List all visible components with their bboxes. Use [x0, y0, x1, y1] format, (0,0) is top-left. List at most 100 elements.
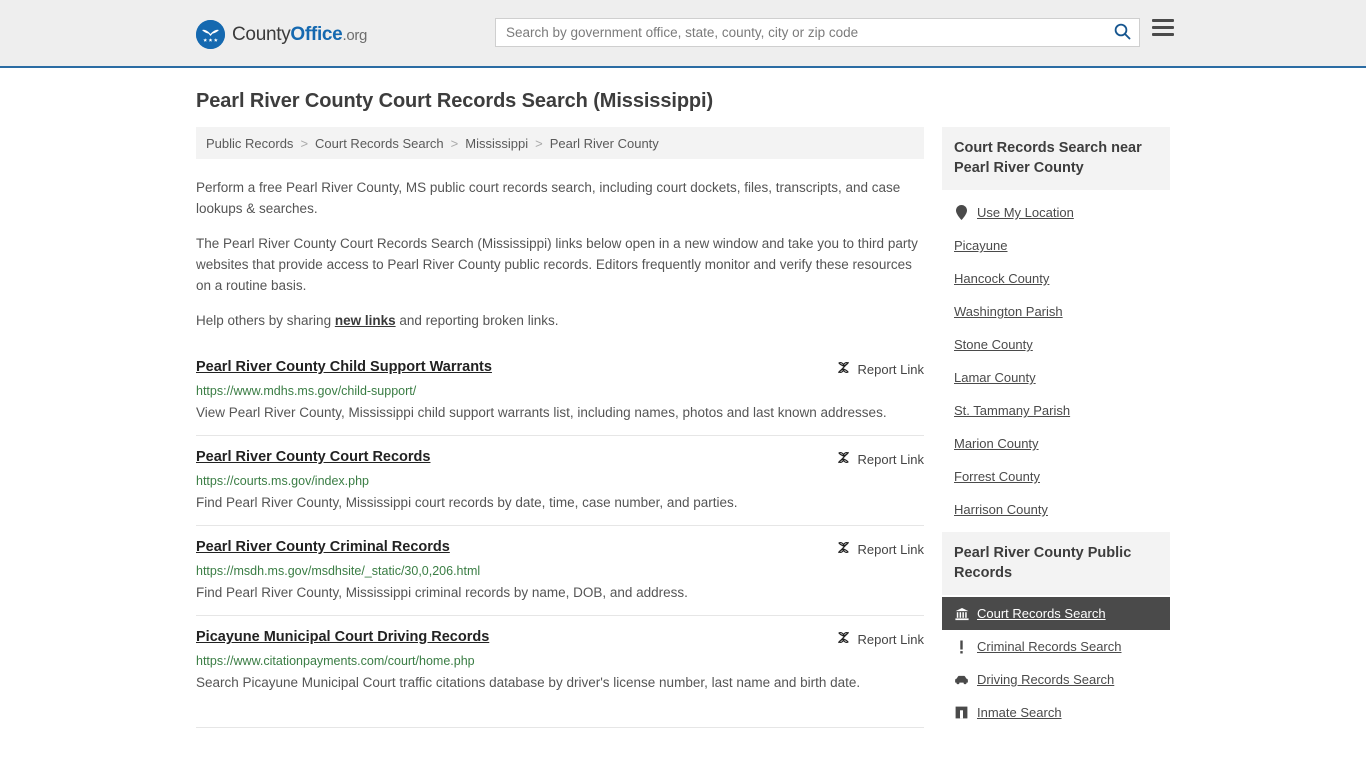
report-link-button[interactable]: Report Link: [836, 359, 924, 378]
result-title-link[interactable]: Pearl River County Court Records: [196, 449, 430, 465]
search-button[interactable]: [1105, 19, 1139, 46]
result-description: Search Picayune Municipal Court traffic …: [196, 675, 861, 690]
sidebar-item-label: Forrest County: [954, 469, 1040, 484]
sidebar-item-label: Harrison County: [954, 502, 1048, 517]
result-item: Pearl River County Court Records Report …: [196, 435, 924, 525]
sidebar-item-washington-parish[interactable]: Washington Parish: [942, 295, 1170, 328]
sidebar-item-label: Hancock County: [954, 271, 1050, 286]
sidebar-nearby-section: Court Records Search near Pearl River Co…: [942, 127, 1170, 526]
result-item: Picayune Municipal Court Driving Records…: [196, 615, 924, 705]
report-link-button[interactable]: Report Link: [836, 629, 924, 648]
result-header: Pearl River County Child Support Warrant…: [196, 359, 924, 378]
sidebar-item-hancock-county[interactable]: Hancock County: [942, 262, 1170, 295]
breadcrumb-separator: >: [535, 135, 543, 151]
hamburger-bar: [1152, 33, 1174, 36]
car-icon: [954, 674, 969, 685]
sidebar-item-st-tammany-parish[interactable]: St. Tammany Parish: [942, 394, 1170, 427]
broken-link-icon: [836, 450, 851, 468]
site-logo[interactable]: CountyOffice.org: [196, 20, 367, 49]
sidebar-item-label: Use My Location: [977, 205, 1074, 220]
sidebar-item-label: Picayune: [954, 238, 1008, 253]
sidebar-item-label: Criminal Records Search: [977, 639, 1122, 654]
sidebar-public-records-section: Pearl River County Public Records Court …: [942, 532, 1170, 729]
eagle-shield-logo-icon: [196, 20, 225, 49]
result-url: https://courts.ms.gov/index.php: [196, 474, 370, 488]
sidebar-item-inmate-search[interactable]: Inmate Search: [942, 696, 1170, 729]
courthouse-icon: [954, 607, 969, 621]
sidebar-item-label: Court Records Search: [977, 606, 1106, 621]
logo-text-org: .org: [342, 26, 368, 44]
intro-paragraph-2: The Pearl River County Court Records Sea…: [196, 236, 918, 293]
sidebar-item-label: Lamar County: [954, 370, 1036, 385]
breadcrumb-item-public-records[interactable]: Public Records: [206, 136, 293, 151]
intro-paragraph-1: Perform a free Pearl River County, MS pu…: [196, 180, 901, 216]
map-pin-icon: [954, 205, 969, 220]
sidebar-item-stone-county[interactable]: Stone County: [942, 328, 1170, 361]
logo-text-county: County: [232, 23, 291, 45]
result-url: https://www.citationpayments.com/court/h…: [196, 654, 475, 668]
sidebar-item-label: St. Tammany Parish: [954, 403, 1071, 418]
sidebar-public-records-title: Pearl River County Public Records: [942, 532, 1170, 595]
result-description: Find Pearl River County, Mississippi cou…: [196, 495, 738, 510]
sidebar-item-label: Washington Parish: [954, 304, 1063, 319]
search-input[interactable]: [496, 19, 1105, 46]
broken-link-icon: [836, 630, 851, 648]
results-bottom-divider: [196, 727, 924, 728]
hamburger-bar: [1152, 19, 1174, 22]
result-title-link[interactable]: Picayune Municipal Court Driving Records: [196, 629, 489, 645]
result-description: Find Pearl River County, Mississippi cri…: [196, 585, 688, 600]
results-list: Pearl River County Child Support Warrant…: [196, 351, 924, 728]
sidebar: Court Records Search near Pearl River Co…: [942, 127, 1170, 735]
sidebar-item-label: Marion County: [954, 436, 1039, 451]
sidebar-item-use-my-location[interactable]: Use My Location: [942, 196, 1170, 229]
breadcrumb-item-court-records-search[interactable]: Court Records Search: [315, 136, 444, 151]
broken-link-icon: [836, 360, 851, 378]
site-logo-text: CountyOffice.org: [232, 24, 367, 46]
result-description: View Pearl River County, Mississippi chi…: [196, 405, 887, 420]
new-links-link[interactable]: new links: [335, 313, 396, 328]
report-link-label: Report Link: [857, 361, 924, 377]
jail-building-icon: [954, 706, 969, 719]
logo-text-office: Office: [290, 23, 343, 45]
sidebar-item-criminal-records-search[interactable]: Criminal Records Search: [942, 630, 1170, 663]
intro-paragraph-3: Help others by sharing new links and rep…: [196, 310, 924, 331]
page-container: Pearl River County Court Records Search …: [0, 90, 1366, 735]
breadcrumb-item-pearl-river-county: Pearl River County: [549, 135, 659, 151]
report-link-button[interactable]: Report Link: [836, 449, 924, 468]
breadcrumb-separator: >: [450, 135, 459, 151]
hamburger-menu-icon[interactable]: [1152, 19, 1174, 36]
intro-p3-before: Help others by sharing: [196, 313, 335, 328]
result-header: Pearl River County Court Records Report …: [196, 449, 924, 468]
result-item: Pearl River County Criminal Records Repo…: [196, 525, 924, 615]
result-header: Picayune Municipal Court Driving Records…: [196, 629, 924, 648]
sidebar-item-label: Stone County: [954, 337, 1033, 352]
hamburger-bar: [1152, 26, 1174, 29]
sidebar-item-forrest-county[interactable]: Forrest County: [942, 460, 1170, 493]
report-link-label: Report Link: [857, 451, 924, 467]
result-title-link[interactable]: Pearl River County Criminal Records: [196, 539, 450, 555]
site-header: CountyOffice.org: [0, 0, 1366, 68]
sidebar-nearby-links: Use My Location Picayune Hancock County …: [942, 190, 1170, 526]
sidebar-item-driving-records-search[interactable]: Driving Records Search: [942, 663, 1170, 696]
breadcrumb-separator: >: [300, 135, 309, 151]
sidebar-item-court-records-search[interactable]: Court Records Search: [942, 597, 1170, 630]
sidebar-item-lamar-county[interactable]: Lamar County: [942, 361, 1170, 394]
result-item: Pearl River County Child Support Warrant…: [196, 351, 924, 435]
broken-link-icon: [836, 540, 851, 558]
report-link-label: Report Link: [857, 631, 924, 647]
report-link-button[interactable]: Report Link: [836, 539, 924, 558]
result-url: https://www.mdhs.ms.gov/child-support/: [196, 384, 417, 398]
intro-p3-after: and reporting broken links.: [395, 313, 559, 328]
breadcrumb-item-mississippi[interactable]: Mississippi: [465, 136, 528, 151]
content-layout: Public Records > Court Records Search > …: [196, 127, 1170, 735]
intro-text: Perform a free Pearl River County, MS pu…: [196, 177, 924, 331]
breadcrumb: Public Records > Court Records Search > …: [196, 127, 924, 159]
result-title-link[interactable]: Pearl River County Child Support Warrant…: [196, 359, 492, 375]
sidebar-item-label: Driving Records Search: [977, 672, 1115, 687]
search-bar[interactable]: [495, 18, 1140, 47]
sidebar-item-picayune[interactable]: Picayune: [942, 229, 1170, 262]
sidebar-item-marion-county[interactable]: Marion County: [942, 427, 1170, 460]
result-header: Pearl River County Criminal Records Repo…: [196, 539, 924, 558]
sidebar-nearby-title: Court Records Search near Pearl River Co…: [942, 127, 1170, 190]
sidebar-item-harrison-county[interactable]: Harrison County: [942, 493, 1170, 526]
